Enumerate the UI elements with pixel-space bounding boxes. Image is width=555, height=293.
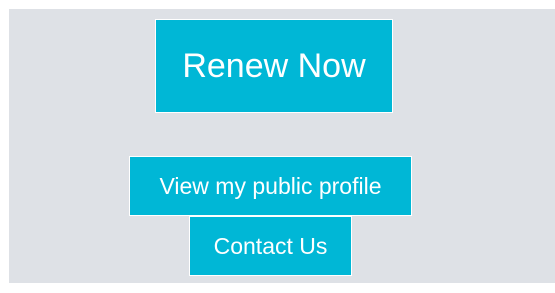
contact-us-button[interactable]: Contact Us (189, 216, 352, 276)
renew-now-button[interactable]: Renew Now (155, 19, 393, 113)
view-public-profile-button[interactable]: View my public profile (129, 156, 412, 216)
